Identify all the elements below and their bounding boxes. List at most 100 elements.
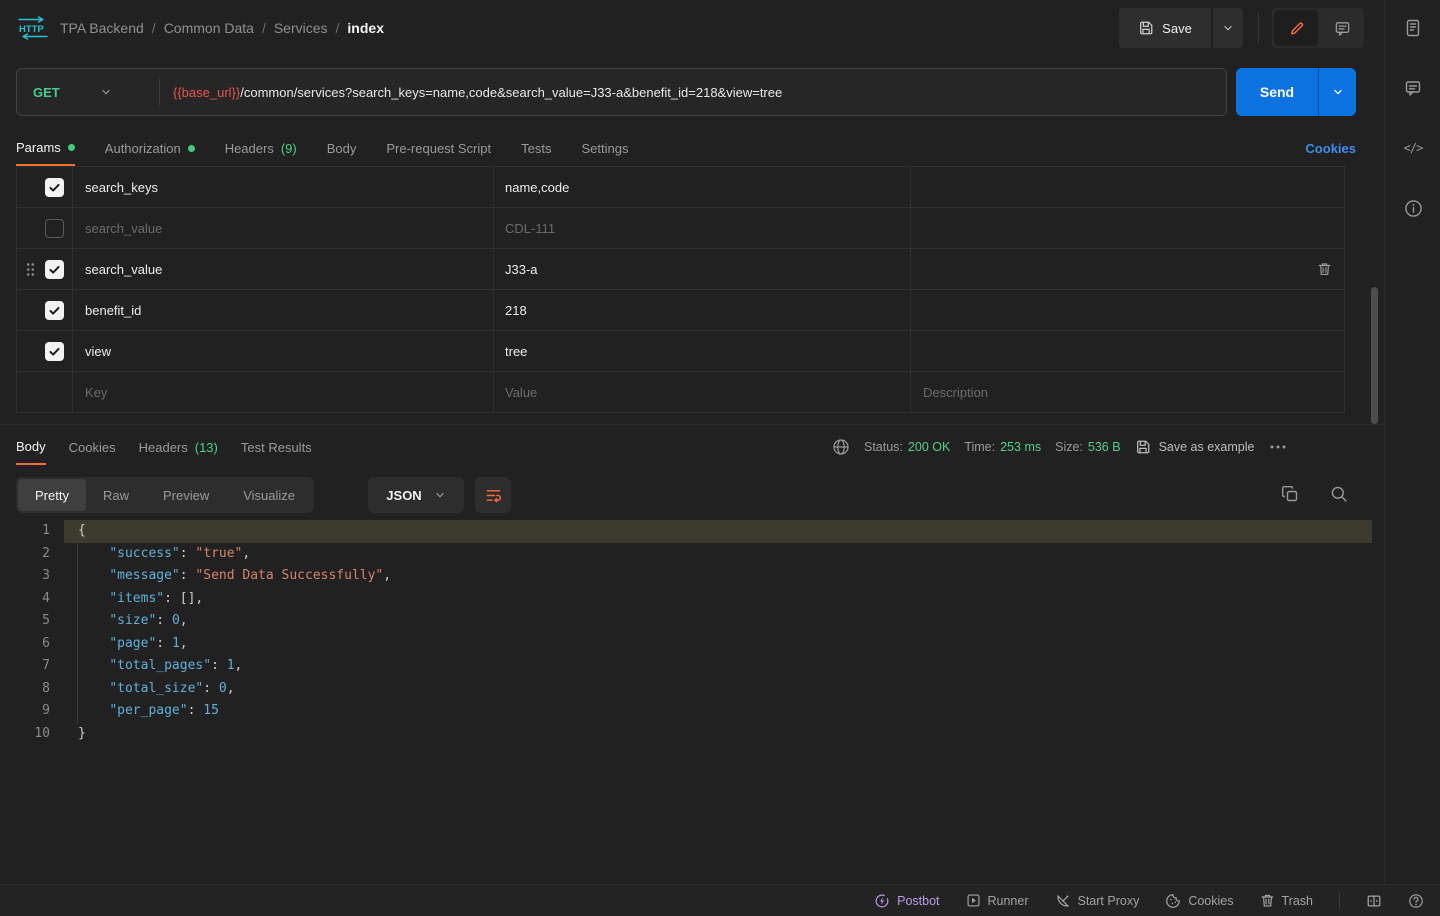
param-key-cell[interactable]: search_value [73,208,494,248]
cookies-link[interactable]: Cookies [1305,130,1356,166]
response-tab-headers-label: Headers [139,440,188,455]
param-key-cell[interactable]: benefit_id [73,290,494,330]
postbot-button[interactable]: Postbot [874,893,939,909]
runner-button[interactable]: Runner [966,893,1029,908]
save-options-button[interactable] [1213,8,1243,48]
more-options-icon[interactable] [1268,438,1288,456]
code-snippet-icon[interactable]: </> [1401,136,1425,160]
param-key: search_keys [85,180,158,195]
drag-handle-icon[interactable] [23,261,37,278]
trash-button[interactable]: Trash [1260,893,1314,908]
response-view-switcher: Pretty Raw Preview Visualize [16,477,314,513]
line-number: 7 [0,655,50,678]
param-select-cell [17,290,73,330]
info-icon[interactable] [1401,196,1425,220]
param-key-cell[interactable]: search_value [73,249,494,289]
svg-text:HTTP: HTTP [19,24,44,35]
param-key-cell[interactable]: search_keys [73,167,494,207]
copy-response-icon[interactable] [1281,485,1299,503]
cookies-button-label: Cookies [1188,894,1233,908]
param-key: view [85,344,111,359]
size-label: Size: [1055,440,1083,454]
param-description-cell[interactable] [911,290,1344,330]
param-checkbox[interactable] [45,342,64,361]
send-options-button[interactable] [1318,68,1356,116]
breadcrumb-folder[interactable]: Common Data [164,20,254,36]
url-input[interactable]: {{base_url}}/common/services?search_keys… [173,69,782,115]
tab-headers[interactable]: Headers(9) [225,130,297,166]
param-description-cell[interactable] [911,208,1344,248]
search-response-icon[interactable] [1330,485,1348,503]
param-value-cell[interactable]: CDL-111 [494,208,911,248]
postbot-icon [874,893,890,909]
breadcrumb-collection[interactable]: TPA Backend [60,20,144,36]
help-icon[interactable] [1408,893,1424,909]
param-description-cell[interactable]: Description [911,372,1344,412]
comments-sidebar-icon[interactable] [1401,76,1425,100]
response-divider [0,424,1384,425]
tab-body[interactable]: Body [327,130,357,166]
param-key-cell[interactable]: Key [73,372,494,412]
param-value-cell[interactable]: Value [494,372,911,412]
view-pretty-label: Pretty [35,488,69,503]
param-description-cell[interactable] [911,167,1344,207]
param-checkbox[interactable] [45,219,64,238]
delete-param-icon[interactable] [1317,262,1332,277]
tab-body-label: Body [327,141,357,156]
view-pretty-button[interactable]: Pretty [18,479,86,511]
view-visualize-button[interactable]: Visualize [226,479,312,511]
param-value-cell[interactable]: tree [494,331,911,371]
request-name[interactable]: index [347,20,384,36]
cookies-button[interactable]: Cookies [1165,893,1233,909]
param-checkbox[interactable] [45,260,64,279]
param-value-cell[interactable]: name,code [494,167,911,207]
view-preview-button[interactable]: Preview [146,479,226,511]
comments-button[interactable] [1320,8,1364,48]
view-visualize-label: Visualize [243,488,295,503]
url-divider [159,79,160,105]
params-scrollbar-thumb[interactable] [1371,287,1378,424]
param-value-placeholder: Value [505,385,537,400]
trash-button-label: Trash [1282,894,1314,908]
param-description-cell[interactable] [911,249,1344,289]
tab-settings[interactable]: Settings [581,130,628,166]
topbar: HTTP TPA Backend/ Common Data/ Services/… [0,0,1384,56]
tab-prerequest-script[interactable]: Pre-request Script [386,130,491,166]
response-tab-cookies[interactable]: Cookies [69,429,116,465]
param-checkbox[interactable] [45,301,64,320]
wrap-text-icon [485,487,502,504]
tab-params[interactable]: Params [16,130,75,166]
view-raw-button[interactable]: Raw [86,479,146,511]
code-line: 7 "total_pages": 1, [0,655,1384,678]
start-proxy-button[interactable]: Start Proxy [1055,893,1140,909]
method-selector[interactable]: GET [33,69,158,115]
tab-tests[interactable]: Tests [521,130,551,166]
param-row: search_valueJ33-a [17,249,1344,290]
documentation-icon[interactable] [1401,16,1425,40]
globe-icon[interactable] [832,438,850,456]
line-number: 10 [0,723,50,746]
response-tab-headers[interactable]: Headers(13) [139,429,218,465]
time-value: 253 ms [1000,440,1041,454]
param-value-cell[interactable]: J33-a [494,249,911,289]
format-selector[interactable]: JSON [368,477,464,513]
code-line: 4 "items": [], [0,588,1384,611]
wrap-text-button[interactable] [475,477,511,513]
two-pane-layout-icon[interactable] [1366,893,1382,909]
param-row: benefit_id218 [17,290,1344,331]
edit-documentation-button[interactable] [1274,10,1318,46]
breadcrumb-subfolder[interactable]: Services [274,20,328,36]
tab-authorization[interactable]: Authorization [105,130,195,166]
save-as-example-button[interactable]: Save as example [1135,439,1255,455]
param-description-cell[interactable] [911,331,1344,371]
param-checkbox[interactable] [45,178,64,197]
line-number: 9 [0,700,50,723]
size-value: 536 B [1088,440,1121,454]
response-body-editor[interactable]: 1{2 "success": "true",3 "message": "Send… [0,520,1384,745]
param-value-cell[interactable]: 218 [494,290,911,330]
response-tab-body[interactable]: Body [16,429,46,465]
send-button[interactable]: Send [1236,68,1318,116]
response-tab-test-results[interactable]: Test Results [241,429,312,465]
param-key-cell[interactable]: view [73,331,494,371]
save-button[interactable]: Save [1119,8,1211,48]
